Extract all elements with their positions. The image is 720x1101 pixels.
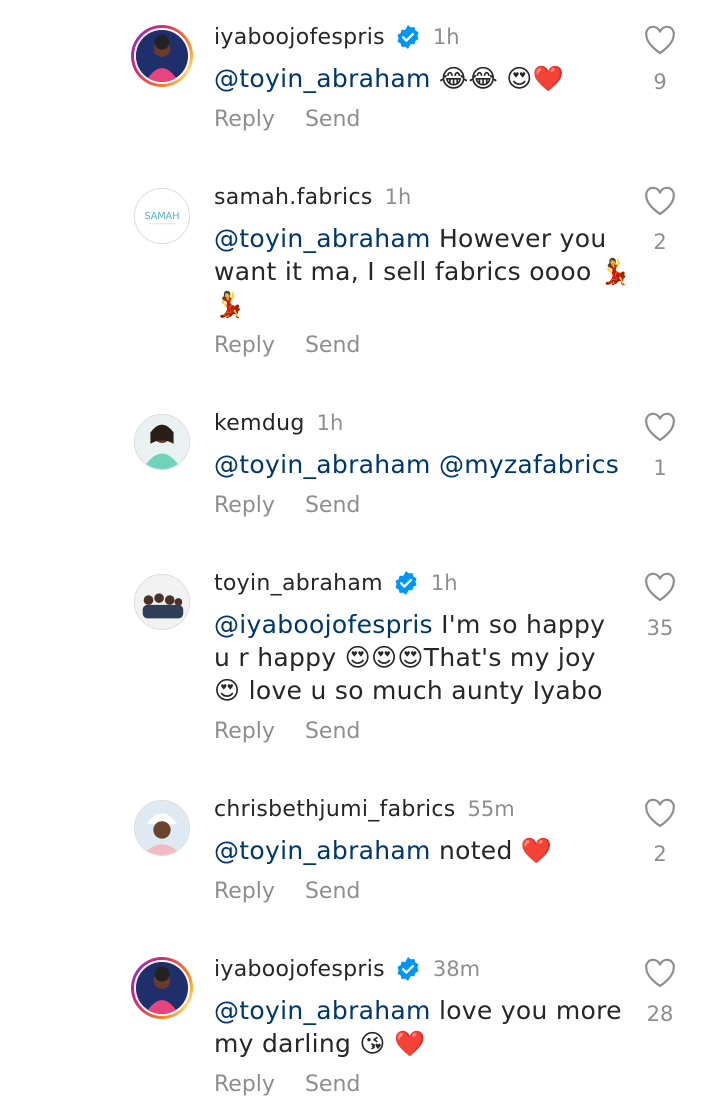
like-heart-icon[interactable] [643,958,677,988]
comment-text: @iyaboojofespris I'm so happy u r happy … [214,610,606,705]
avatar[interactable] [131,25,193,87]
like-count: 35 [646,616,674,640]
timestamp: 55m [467,797,515,821]
username[interactable]: samah.fabrics [214,185,373,210]
avatar-image [135,575,189,629]
comment-text: @toyin_abraham @myzafabrics [214,450,620,479]
username[interactable]: iyaboojofespris [214,25,385,50]
mention-link[interactable]: @toyin_abraham [214,64,431,93]
verified-badge-icon [397,957,419,981]
comment-text: @toyin_abraham noted ❤️ [214,836,553,865]
reply-button[interactable]: Reply [214,333,275,358]
timestamp: 1h [384,185,412,209]
reply-button[interactable]: Reply [214,879,275,904]
avatar[interactable] [131,957,193,1019]
send-button[interactable]: Send [305,107,360,132]
like-count: 1 [653,456,667,480]
avatar-image [136,30,188,82]
like-heart-icon[interactable] [643,572,677,602]
avatar-image: SAMAH [135,189,189,243]
mention-link[interactable]: @iyaboojofespris [214,610,433,639]
mention-link[interactable]: @toyin_abraham [214,224,431,253]
username[interactable]: kemdug [214,411,305,436]
like-count: 2 [653,842,667,866]
timestamp: 1h [316,411,344,435]
like-heart-icon[interactable] [643,186,677,216]
avatar[interactable] [134,414,190,470]
timestamp: 1h [432,25,460,49]
reply-button[interactable]: Reply [214,719,275,744]
reply-button[interactable]: Reply [214,1072,275,1097]
send-button[interactable]: Send [305,1072,360,1097]
mention-link[interactable]: @toyin_abraham [214,836,431,865]
avatar[interactable]: SAMAH [134,188,190,244]
like-count: 9 [653,70,667,94]
avatar-image [135,801,189,855]
avatar-logo-text: SAMAH [145,211,180,222]
comment-text: @toyin_abraham 😂😂 😍❤️ [214,64,565,93]
like-heart-icon[interactable] [643,25,677,55]
username[interactable]: iyaboojofespris [214,957,385,982]
reply-button[interactable]: Reply [214,107,275,132]
send-button[interactable]: Send [305,333,360,358]
send-button[interactable]: Send [305,879,360,904]
username[interactable]: chrisbethjumi_fabrics [214,797,456,822]
like-count: 2 [653,230,667,254]
avatar-image [135,415,189,469]
verified-badge-icon [397,25,419,49]
like-count: 28 [646,1002,674,1026]
avatar[interactable] [134,574,190,630]
timestamp: 38m [432,957,481,981]
verified-badge-icon [395,571,417,595]
reply-button[interactable]: Reply [214,493,275,518]
like-heart-icon[interactable] [643,412,677,442]
avatar[interactable] [134,800,190,856]
comment-text: @toyin_abraham love you more my darling … [214,996,622,1058]
mention-link[interactable]: @toyin_abraham [214,450,431,479]
send-button[interactable]: Send [305,719,360,744]
comment-text: @toyin_abraham However you want it ma, I… [214,224,632,319]
timestamp: 1h [430,571,458,595]
mention-link[interactable]: @toyin_abraham [214,996,431,1025]
avatar-image [136,962,188,1014]
username[interactable]: toyin_abraham [214,571,383,596]
send-button[interactable]: Send [305,493,360,518]
like-heart-icon[interactable] [643,798,677,828]
